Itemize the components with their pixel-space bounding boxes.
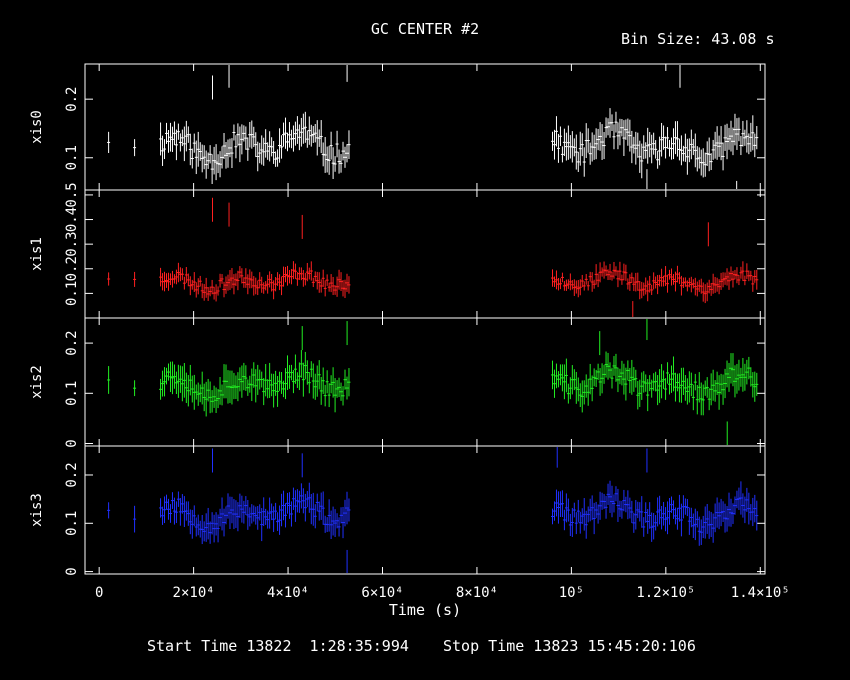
y-tick-label: 0.3 [64, 232, 80, 257]
panel-frame-xis2 [84, 317, 766, 447]
panel-frame-xis0 [84, 63, 766, 191]
y-axis-label-xis1: xis1 [29, 237, 45, 271]
panel-frame-xis1 [84, 189, 766, 319]
y-tick-label: 0.4 [64, 207, 80, 232]
y-tick-label: 0.2 [64, 87, 80, 112]
x-tick-label: 2×10⁴ [173, 585, 215, 601]
x-tick-label: 6×10⁴ [361, 585, 403, 601]
y-tick-label: 0.2 [64, 330, 80, 355]
x-tick-label: 1.4×10⁵ [731, 585, 790, 601]
y-axis-label-xis0: xis0 [29, 110, 45, 144]
x-tick-label: 0 [95, 585, 103, 601]
light-curve-plot: 0.10.2xis00.10.20.30.40.5xis100.10.2xis2… [29, 63, 790, 601]
y-tick-label: 0.2 [64, 462, 80, 487]
y-tick-label: 0.1 [64, 281, 80, 306]
y-tick-label: 0.5 [64, 182, 80, 207]
x-tick-label: 4×10⁴ [267, 585, 309, 601]
y-tick-label: 0.1 [64, 145, 80, 170]
y-axis-label-xis3: xis3 [29, 493, 45, 527]
y-tick-label: 0.1 [64, 381, 80, 406]
y-tick-label: 0.2 [64, 256, 80, 281]
panel-frame-xis3 [84, 445, 766, 575]
x-tick-label: 10⁵ [559, 585, 584, 601]
y-tick-label: 0 [64, 439, 80, 447]
y-axis-label-xis2: xis2 [29, 365, 45, 399]
x-tick-label: 8×10⁴ [456, 585, 498, 601]
y-tick-label: 0 [64, 567, 80, 575]
x-tick-label: 1.2×10⁵ [636, 585, 695, 601]
y-tick-label: 0.1 [64, 511, 80, 536]
